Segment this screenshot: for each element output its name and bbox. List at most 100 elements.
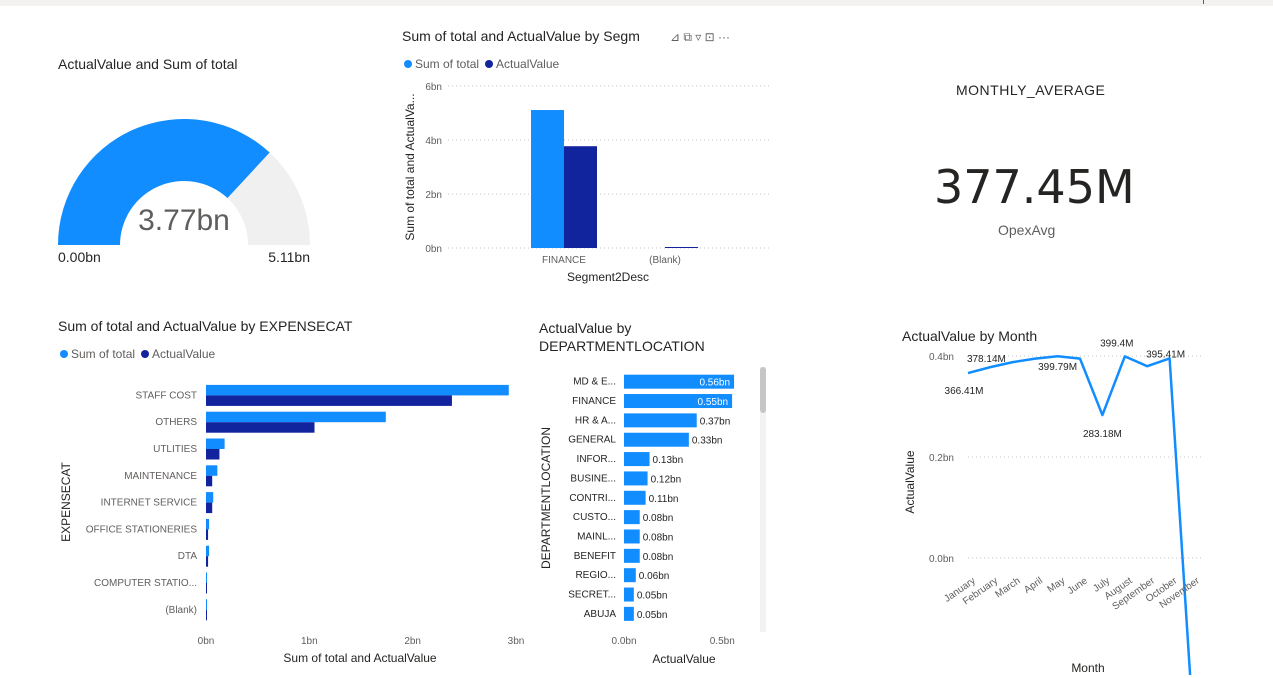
- y-tick-label: SECRET...: [568, 590, 616, 601]
- gauge-value-label: 3.77bn: [138, 204, 230, 237]
- bar-actualvalue[interactable]: [206, 475, 213, 487]
- bar-actualvalue[interactable]: [206, 502, 213, 514]
- y-tick-label: DTA: [178, 551, 198, 562]
- gauge-min-label: 0.00bn: [58, 249, 101, 265]
- segment-chart-svg: Sum of total and ActualVa... Segment2Des…: [403, 82, 770, 284]
- y-tick-label: HR & A...: [575, 415, 616, 426]
- data-label: 378.14M: [967, 354, 1006, 365]
- x-tick-label: March: [993, 575, 1022, 600]
- bar-sum-of-total[interactable]: [206, 438, 225, 450]
- card-title: MONTHLY_AVERAGE: [956, 82, 1106, 98]
- y-tick-label: OTHERS: [155, 417, 197, 428]
- x-tick-label: 2bn: [404, 636, 421, 647]
- monthly-average-card[interactable]: MONTHLY_AVERAGE 377.45M OpexAvg: [880, 60, 1180, 260]
- y-tick-label: 0.4bn: [929, 352, 954, 363]
- y-tick-label: BUSINE...: [570, 473, 616, 484]
- y-tick-label: 0.2bn: [929, 453, 954, 464]
- bar-actualvalue[interactable]: [624, 548, 640, 563]
- bar-actualvalue[interactable]: [206, 449, 220, 460]
- bar-actualvalue[interactable]: [624, 452, 650, 467]
- y-tick-label: 6bn: [425, 82, 442, 93]
- segment-chart-visual[interactable]: Sum of total and ActualValue by Segm ⊿ ⧉…: [390, 20, 790, 300]
- bar-actualvalue[interactable]: [206, 422, 315, 433]
- line-actualvalue[interactable]: [967, 354, 1192, 675]
- x-tick-label: 1bn: [301, 636, 318, 647]
- data-label: 0.08bn: [643, 513, 674, 524]
- dept-chart-ylabel: DEPARTMENTLOCATION: [539, 427, 553, 569]
- expense-chart-svg: EXPENSECAT Sum of total and ActualValue …: [59, 384, 524, 665]
- data-label: 0.33bn: [692, 436, 723, 447]
- y-tick-label: MAINTENANCE: [124, 471, 197, 482]
- bar-actualvalue[interactable]: [206, 529, 209, 540]
- bar-actualvalue[interactable]: [206, 556, 209, 567]
- data-label: 0.06bn: [639, 571, 670, 582]
- y-tick-label: 0.0bn: [929, 554, 954, 565]
- card-label: OpexAvg: [998, 222, 1056, 238]
- bar-sum-of-total[interactable]: [206, 518, 210, 530]
- y-tick-label: UTLITIES: [153, 444, 197, 455]
- dept-chart-xlabel: ActualValue: [652, 652, 715, 666]
- expense-chart-xlabel: Sum of total and ActualValue: [283, 651, 437, 665]
- y-tick-label: 0bn: [425, 244, 442, 255]
- data-label: 399.4M: [1100, 338, 1133, 349]
- data-label: 399.79M: [1038, 362, 1077, 373]
- card-value: 377.45M: [934, 160, 1135, 214]
- month-chart-visual[interactable]: ActualValue by Month ActualValue Month 0…: [890, 320, 1230, 675]
- month-chart-ylabel: ActualValue: [903, 450, 917, 513]
- x-tick-label: 0bn: [198, 636, 215, 647]
- x-tick-label: June: [1066, 575, 1090, 597]
- bar-actualvalue[interactable]: [624, 568, 636, 583]
- bar-sum-of-total[interactable]: [206, 545, 210, 557]
- data-label: 0.08bn: [643, 552, 674, 563]
- bar-actualvalue[interactable]: [206, 609, 207, 621]
- y-tick-label: OFFICE STATIONERIES: [86, 524, 198, 535]
- data-label: 0.37bn: [700, 416, 731, 427]
- data-label: 283.18M: [1083, 429, 1122, 440]
- bar-actualvalue[interactable]: [624, 413, 697, 428]
- x-tick-label: FINANCE: [542, 255, 586, 266]
- data-label: 0.56bn: [699, 378, 730, 389]
- y-tick-label: MD & E...: [573, 377, 616, 388]
- y-tick-label: COMPUTER STATIO...: [94, 578, 197, 589]
- x-tick-label: April: [1022, 575, 1045, 595]
- bar-actualvalue[interactable]: [206, 395, 452, 406]
- segment-chart-ylabel: Sum of total and ActualVa...: [403, 93, 417, 240]
- dept-chart-visual[interactable]: ActualValue by DEPARTMENTLOCATION DEPART…: [530, 310, 780, 670]
- bar-actualvalue[interactable]: [665, 247, 698, 248]
- gauge-svg: 3.77bn 0.00bn 5.11bn: [58, 118, 310, 265]
- data-label: 0.13bn: [653, 455, 684, 466]
- bar-sum-of-total[interactable]: [206, 599, 207, 610]
- bar-actualvalue[interactable]: [624, 606, 634, 621]
- data-label: 0.11bn: [649, 494, 679, 505]
- y-tick-label: CONTRI...: [569, 493, 616, 504]
- y-tick-label: INTERNET SERVICE: [101, 498, 198, 509]
- y-tick-label: (Blank): [165, 605, 197, 616]
- bar-sum-of-total[interactable]: [206, 411, 386, 423]
- bar-actualvalue[interactable]: [624, 529, 640, 544]
- bar-sum-of-total[interactable]: [206, 384, 509, 396]
- bar-actualvalue[interactable]: [624, 471, 648, 486]
- bar-sum-of-total[interactable]: [531, 110, 564, 248]
- bar-actualvalue[interactable]: [206, 583, 207, 594]
- dept-scrollbar-thumb[interactable]: [760, 367, 766, 413]
- gauge-visual[interactable]: ActualValue and Sum of total 3.77bn 0.00…: [0, 0, 390, 300]
- bar-sum-of-total[interactable]: [206, 465, 218, 476]
- x-tick-label: 0.0bn: [611, 636, 636, 647]
- y-tick-label: REGIO...: [575, 570, 616, 581]
- bar-actualvalue[interactable]: [624, 510, 640, 525]
- bar-actualvalue[interactable]: [564, 146, 597, 248]
- data-label: 0.12bn: [651, 474, 682, 485]
- y-tick-label: FINANCE: [572, 396, 616, 407]
- y-tick-label: ABUJA: [584, 609, 617, 620]
- bar-actualvalue[interactable]: [624, 587, 634, 602]
- bar-actualvalue[interactable]: [624, 432, 689, 447]
- bar-sum-of-total[interactable]: [206, 572, 208, 584]
- data-label: 0.55bn: [698, 397, 729, 408]
- x-tick-label: May: [1046, 575, 1068, 595]
- expense-chart-visual[interactable]: Sum of total and ActualValue by EXPENSEC…: [50, 310, 540, 670]
- data-label: 0.08bn: [643, 532, 674, 543]
- dept-chart-svg: DEPARTMENTLOCATION ActualValue MD & E...…: [539, 367, 766, 666]
- bar-actualvalue[interactable]: [624, 490, 646, 505]
- segment-chart-xlabel: Segment2Desc: [567, 270, 649, 284]
- bar-sum-of-total[interactable]: [206, 492, 214, 503]
